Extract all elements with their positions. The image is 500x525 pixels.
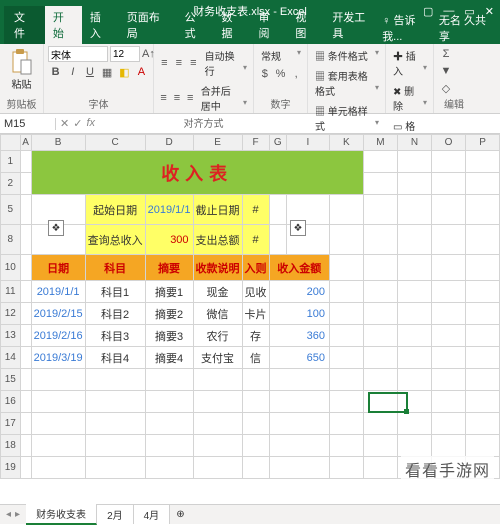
font-name-input[interactable] [48, 46, 108, 62]
table-row[interactable]: 14 2019/3/19科目4摘要4支付宝信650 [1, 347, 500, 369]
underline-button[interactable]: U [82, 64, 97, 80]
autosum-button[interactable]: Σ [438, 46, 454, 62]
group-editing: Σ ▼ ◇ 编辑 [434, 44, 474, 113]
align-center-icon[interactable]: ≡ [171, 90, 182, 106]
percent-icon[interactable]: % [274, 66, 288, 82]
paste-button[interactable]: 粘贴 [4, 46, 39, 93]
sheet-nav-next-icon[interactable]: ▸ [15, 509, 20, 520]
tab-insert[interactable]: 插入 [82, 6, 119, 44]
col-date: 日期 [31, 255, 85, 281]
signin[interactable]: 无名 久共享 [439, 12, 494, 44]
cell-styles-button[interactable]: ▦ 单元格样式 [312, 101, 381, 135]
group-styles: ▦ 条件格式 ▦ 套用表格格式 ▦ 单元格样式 样式 [308, 44, 386, 113]
sheet-tab[interactable]: 4月 [134, 505, 171, 524]
col-subject: 科目 [85, 255, 145, 281]
sheet-nav-prev-icon[interactable]: ◂ [6, 509, 11, 520]
col-amount: 收入金额 [269, 255, 329, 281]
window-title: 财务收支表.xlsx - Excel [193, 3, 307, 19]
table-row[interactable]: 12 2019/2/15科目2摘要2微信卡片100 [1, 303, 500, 325]
ribbon-tabs: 文件 开始 插入 页面布局 公式 数据 审阅 视图 开发工具 ♀ 告诉我... … [0, 22, 500, 44]
tab-page-layout[interactable]: 页面布局 [119, 6, 177, 44]
align-bottom-icon[interactable]: ≡ [187, 55, 200, 71]
ribbon: 粘贴 剪贴板 A↑ B I U ▦ ◧ A 字体 ≡ ≡ [0, 44, 500, 114]
row-header[interactable]: 16 [1, 391, 21, 413]
row-header[interactable]: 1 [1, 151, 21, 173]
row-header[interactable]: 19 [1, 457, 21, 479]
insert-cells-button[interactable]: ✚ 插入 [390, 46, 429, 80]
italic-button[interactable]: I [65, 64, 80, 80]
file-tab[interactable]: 文件 [4, 6, 45, 44]
name-box[interactable]: M15 [0, 118, 56, 130]
sheet-title: 收入表 [31, 151, 363, 195]
border-button[interactable]: ▦ [100, 64, 115, 80]
smart-tag-icon[interactable]: ❖ [290, 220, 306, 236]
tab-home[interactable]: 开始 [45, 6, 82, 44]
sheet-tab[interactable]: 财务收支表 [26, 504, 97, 525]
paste-icon [10, 48, 34, 76]
value-total-income: 300 [145, 225, 193, 255]
label-end-date: 截止日期 [193, 195, 242, 225]
group-clipboard: 粘贴 剪贴板 [0, 44, 44, 113]
label-total-expense: 支出总额 [193, 225, 242, 255]
group-cells: ✚ 插入 ✖ 删除 ▭ 格式 单元格 [386, 44, 434, 113]
watermark: 看看手游网 [401, 456, 494, 482]
delete-cells-button[interactable]: ✖ 删除 [390, 81, 429, 115]
number-format-dropdown[interactable]: 常规 [258, 46, 303, 65]
bold-button[interactable]: B [48, 64, 63, 80]
row-header[interactable]: 5 [1, 195, 21, 225]
value-total-expense: # [242, 225, 269, 255]
group-font: A↑ B I U ▦ ◧ A 字体 [44, 44, 154, 113]
column-headers[interactable]: ABCDEFGIKMNOP [1, 135, 500, 151]
fill-color-button[interactable]: ◧ [117, 64, 132, 80]
row-header[interactable]: 8 [1, 225, 21, 255]
align-left-icon[interactable]: ≡ [158, 90, 169, 106]
label-total-income: 查询总收入 [85, 225, 145, 255]
table-row[interactable]: 13 2019/2/16科目3摘要3农行存360 [1, 325, 500, 347]
fx-icon[interactable]: fx [86, 117, 95, 130]
font-size-input[interactable] [110, 46, 140, 62]
col-f: 入则 [242, 255, 269, 281]
enter-icon[interactable]: ✓ [73, 117, 82, 130]
sheet-tab[interactable]: 2月 [97, 505, 134, 524]
table-row[interactable]: 11 2019/1/1科目1摘要1现金见收200 [1, 281, 500, 303]
new-sheet-button[interactable]: ⊕ [170, 509, 190, 520]
sheet-tab-bar: ◂ ▸ 财务收支表 2月 4月 ⊕ [0, 504, 500, 524]
group-number: 常规 $ % , 数字 [254, 44, 308, 113]
increase-font-icon[interactable]: A↑ [142, 46, 155, 62]
tell-me[interactable]: ♀ 告诉我... [382, 12, 433, 44]
currency-icon[interactable]: $ [258, 66, 272, 82]
col-receipt: 收款说明 [193, 255, 242, 281]
table-format-button[interactable]: ▦ 套用表格格式 [312, 66, 381, 100]
row-header[interactable]: 18 [1, 435, 21, 457]
comma-icon[interactable]: , [289, 66, 303, 82]
row-header[interactable]: 15 [1, 369, 21, 391]
worksheet-grid[interactable]: ABCDEFGIKMNOP 1 收入表 2 5 起始日期 2019/1/1 截止… [0, 134, 500, 504]
tab-developer[interactable]: 开发工具 [324, 6, 382, 44]
clear-button[interactable]: ◇ [438, 80, 454, 96]
merge-button[interactable]: 合并后居中 [198, 81, 249, 115]
smart-tag-icon[interactable]: ❖ [48, 220, 64, 236]
value-start-date[interactable]: 2019/1/1 [145, 195, 193, 225]
align-middle-icon[interactable]: ≡ [173, 55, 186, 71]
group-alignment: ≡ ≡ ≡ 自动换行 ≡ ≡ ≡ 合并后居中 对齐方式 [154, 44, 254, 113]
value-end-date[interactable]: # [242, 195, 269, 225]
label-start-date: 起始日期 [85, 195, 145, 225]
conditional-format-button[interactable]: ▦ 条件格式 [312, 46, 381, 65]
fill-button[interactable]: ▼ [438, 63, 454, 79]
cancel-icon[interactable]: ✕ [60, 117, 69, 130]
font-color-button[interactable]: A [134, 64, 149, 80]
align-right-icon[interactable]: ≡ [185, 90, 196, 106]
wrap-text-button[interactable]: 自动换行 [202, 46, 249, 80]
col-summary: 摘要 [145, 255, 193, 281]
row-header[interactable]: 17 [1, 413, 21, 435]
row-header[interactable]: 2 [1, 173, 21, 195]
align-top-icon[interactable]: ≡ [158, 55, 171, 71]
row-header[interactable]: 10 [1, 255, 21, 281]
